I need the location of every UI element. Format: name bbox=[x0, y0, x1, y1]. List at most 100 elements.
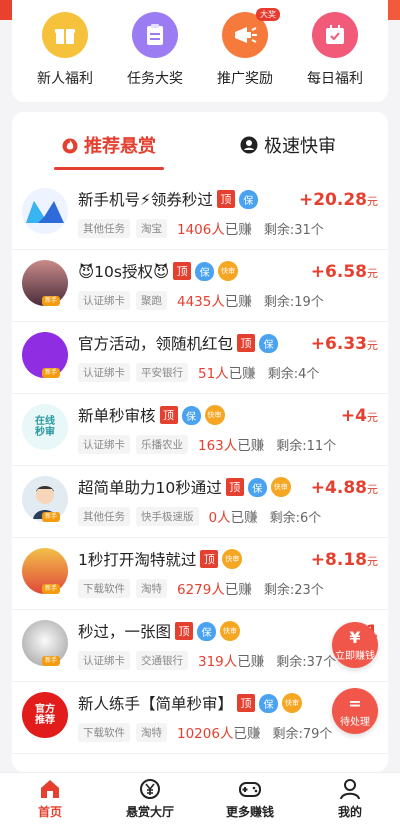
tab-fast-review[interactable]: 极速快审 bbox=[240, 132, 336, 158]
nav-more-earning[interactable]: 更多赚钱 bbox=[210, 777, 290, 820]
yen-coin-icon bbox=[110, 777, 190, 801]
user-badge-icon bbox=[240, 136, 258, 154]
megaphone-icon: 大奖 bbox=[222, 8, 280, 58]
task-title: 新人练手【简单秒审】 bbox=[78, 695, 234, 713]
shield-icon: 保 bbox=[238, 189, 258, 209]
tag-top: 顶 bbox=[200, 550, 219, 568]
shield-icon: 保 bbox=[197, 621, 217, 641]
fast-review-badge: 快审 bbox=[222, 549, 243, 569]
remaining-count: 剩余:19个 bbox=[263, 294, 324, 310]
task-row[interactable]: 官方 推荐 新人练手【简单秒审】 顶 保 快审 下载软件 淘特 10206人已赚… bbox=[12, 682, 388, 754]
quick-actions-card: 新人福利 任务大奖 大奖 推广奖励 每日福利 bbox=[12, 0, 388, 102]
task-title: 秒过，一张图 bbox=[78, 623, 172, 641]
shield-icon: 保 bbox=[181, 405, 201, 425]
task-row[interactable]: 新手机号⚡领券秒过 顶 保 其他任务 淘宝 1406人已赚 剩余:31个 +20… bbox=[12, 178, 388, 250]
quick-action-label: 新人福利 bbox=[37, 71, 93, 87]
task-platform: 淘特 bbox=[136, 722, 167, 742]
task-row[interactable]: 在线 秒审 新单秒审核 顶 保 快审 认证绑卡 乐播农业 163人已赚 剩余:1… bbox=[12, 394, 388, 466]
task-platform: 平安银行 bbox=[136, 362, 188, 382]
task-title: 超简单助力10秒通过 bbox=[78, 479, 222, 497]
task-avatar bbox=[22, 188, 68, 234]
gamepad-icon bbox=[210, 777, 290, 801]
quick-action-task-prize[interactable]: 任务大奖 bbox=[110, 12, 200, 88]
task-title: 1秒打开淘特就过 bbox=[78, 551, 197, 569]
calendar-icon bbox=[312, 12, 358, 58]
user-icon bbox=[310, 777, 390, 801]
tag-top: 顶 bbox=[173, 262, 192, 280]
task-category: 认证绑卡 bbox=[78, 290, 130, 310]
pending-button[interactable]: = 待处理 bbox=[332, 688, 378, 734]
remaining-count: 剩余:31个 bbox=[263, 222, 324, 238]
earned-count: 1406人 bbox=[177, 222, 225, 238]
remaining-count: 剩余:79个 bbox=[272, 726, 333, 742]
pending-icon: = bbox=[348, 694, 362, 713]
remaining-count: 剩余:23个 bbox=[263, 582, 324, 598]
tag-top: 顶 bbox=[159, 406, 178, 424]
task-platform: 乐播农业 bbox=[136, 434, 188, 454]
task-reward: +4.88元 bbox=[310, 478, 378, 498]
tab-recommended[interactable]: 推荐悬赏 bbox=[54, 132, 164, 170]
nav-profile[interactable]: 我的 bbox=[310, 777, 390, 820]
quick-action-promotion-reward[interactable]: 大奖 推广奖励 bbox=[200, 8, 290, 88]
task-platform: 淘特 bbox=[136, 578, 167, 598]
pending-label: 待处理 bbox=[340, 717, 370, 728]
task-platform: 交通银行 bbox=[136, 650, 188, 670]
task-row[interactable]: 新手 官方活动，领随机红包 顶 保 认证绑卡 平安银行 51人已赚 剩余:4个 … bbox=[12, 322, 388, 394]
task-platform: 淘宝 bbox=[136, 218, 167, 238]
quick-action-label: 任务大奖 bbox=[127, 71, 183, 87]
prize-badge: 大奖 bbox=[256, 8, 280, 21]
nav-label: 首页 bbox=[37, 805, 62, 819]
earn-now-label: 立即赚钱 bbox=[335, 651, 375, 662]
earned-count: 6279人 bbox=[177, 582, 225, 598]
tag-top: 顶 bbox=[216, 190, 235, 208]
nav-label: 更多赚钱 bbox=[225, 805, 274, 819]
avatar-newbie-tag: 新手 bbox=[42, 368, 60, 378]
task-category: 认证绑卡 bbox=[78, 650, 130, 670]
flame-icon bbox=[62, 138, 78, 154]
nav-reward-hall[interactable]: 悬赏大厅 bbox=[110, 777, 190, 820]
task-row[interactable]: 新手 超简单助力10秒通过 顶 保 快审 其他任务 快手极速版 0人已赚 剩余:… bbox=[12, 466, 388, 538]
nav-home[interactable]: 首页 bbox=[10, 777, 90, 820]
earned-count: 0人 bbox=[208, 510, 231, 526]
task-reward: +20.28元 bbox=[298, 190, 378, 210]
task-title: 官方活动，领随机红包 bbox=[78, 335, 234, 353]
task-title: 😈10s授权😈 bbox=[78, 263, 170, 281]
task-category: 下载软件 bbox=[78, 578, 130, 598]
tag-top: 顶 bbox=[237, 694, 256, 712]
fast-review-badge: 快审 bbox=[270, 477, 291, 497]
nav-label: 悬赏大厅 bbox=[125, 805, 174, 819]
shield-icon: 保 bbox=[195, 261, 215, 281]
tag-top: 顶 bbox=[175, 622, 194, 640]
remaining-count: 剩余:37个 bbox=[276, 654, 337, 670]
earned-count: 4435人 bbox=[177, 294, 225, 310]
bottom-navigation: 首页 悬赏大厅 更多赚钱 我的 bbox=[0, 772, 400, 826]
remaining-count: 剩余:6个 bbox=[269, 510, 322, 526]
earned-count: 163人 bbox=[198, 438, 238, 454]
fast-review-badge: 快审 bbox=[282, 693, 303, 713]
avatar-newbie-tag: 新手 bbox=[42, 512, 60, 522]
earn-now-button[interactable]: ¥ 立即赚钱 bbox=[332, 622, 378, 668]
task-reward: +4元 bbox=[340, 406, 378, 426]
clipboard-icon bbox=[132, 12, 178, 58]
task-category: 认证绑卡 bbox=[78, 362, 130, 382]
task-row[interactable]: 新手 1秒打开淘特就过 顶 快审 下载软件 淘特 6279人已赚 剩余:23个 … bbox=[12, 538, 388, 610]
avatar-newbie-tag: 新手 bbox=[42, 584, 60, 594]
shield-icon: 保 bbox=[247, 477, 267, 497]
tag-top: 顶 bbox=[225, 478, 244, 496]
task-category: 认证绑卡 bbox=[78, 434, 130, 454]
gift-icon bbox=[42, 12, 88, 58]
tab-label: 极速快审 bbox=[264, 136, 336, 157]
shield-icon: 保 bbox=[259, 693, 279, 713]
task-title: 新单秒审核 bbox=[78, 407, 156, 425]
task-reward: +6.33元 bbox=[310, 334, 378, 354]
task-reward: +6.58元 bbox=[310, 262, 378, 282]
nav-label: 我的 bbox=[337, 805, 362, 819]
remaining-count: 剩余:4个 bbox=[267, 366, 320, 382]
quick-action-label: 每日福利 bbox=[307, 71, 363, 87]
quick-action-newbie-welfare[interactable]: 新人福利 bbox=[20, 12, 110, 88]
task-row[interactable]: 新手 😈10s授权😈 顶 保 快审 认证绑卡 聚跑 4435人已赚 剩余:19个… bbox=[12, 250, 388, 322]
shield-icon: 保 bbox=[259, 333, 279, 353]
task-tabs: 推荐悬赏 极速快审 bbox=[12, 112, 388, 178]
task-category: 其他任务 bbox=[78, 218, 130, 238]
quick-action-daily-welfare[interactable]: 每日福利 bbox=[290, 12, 380, 88]
